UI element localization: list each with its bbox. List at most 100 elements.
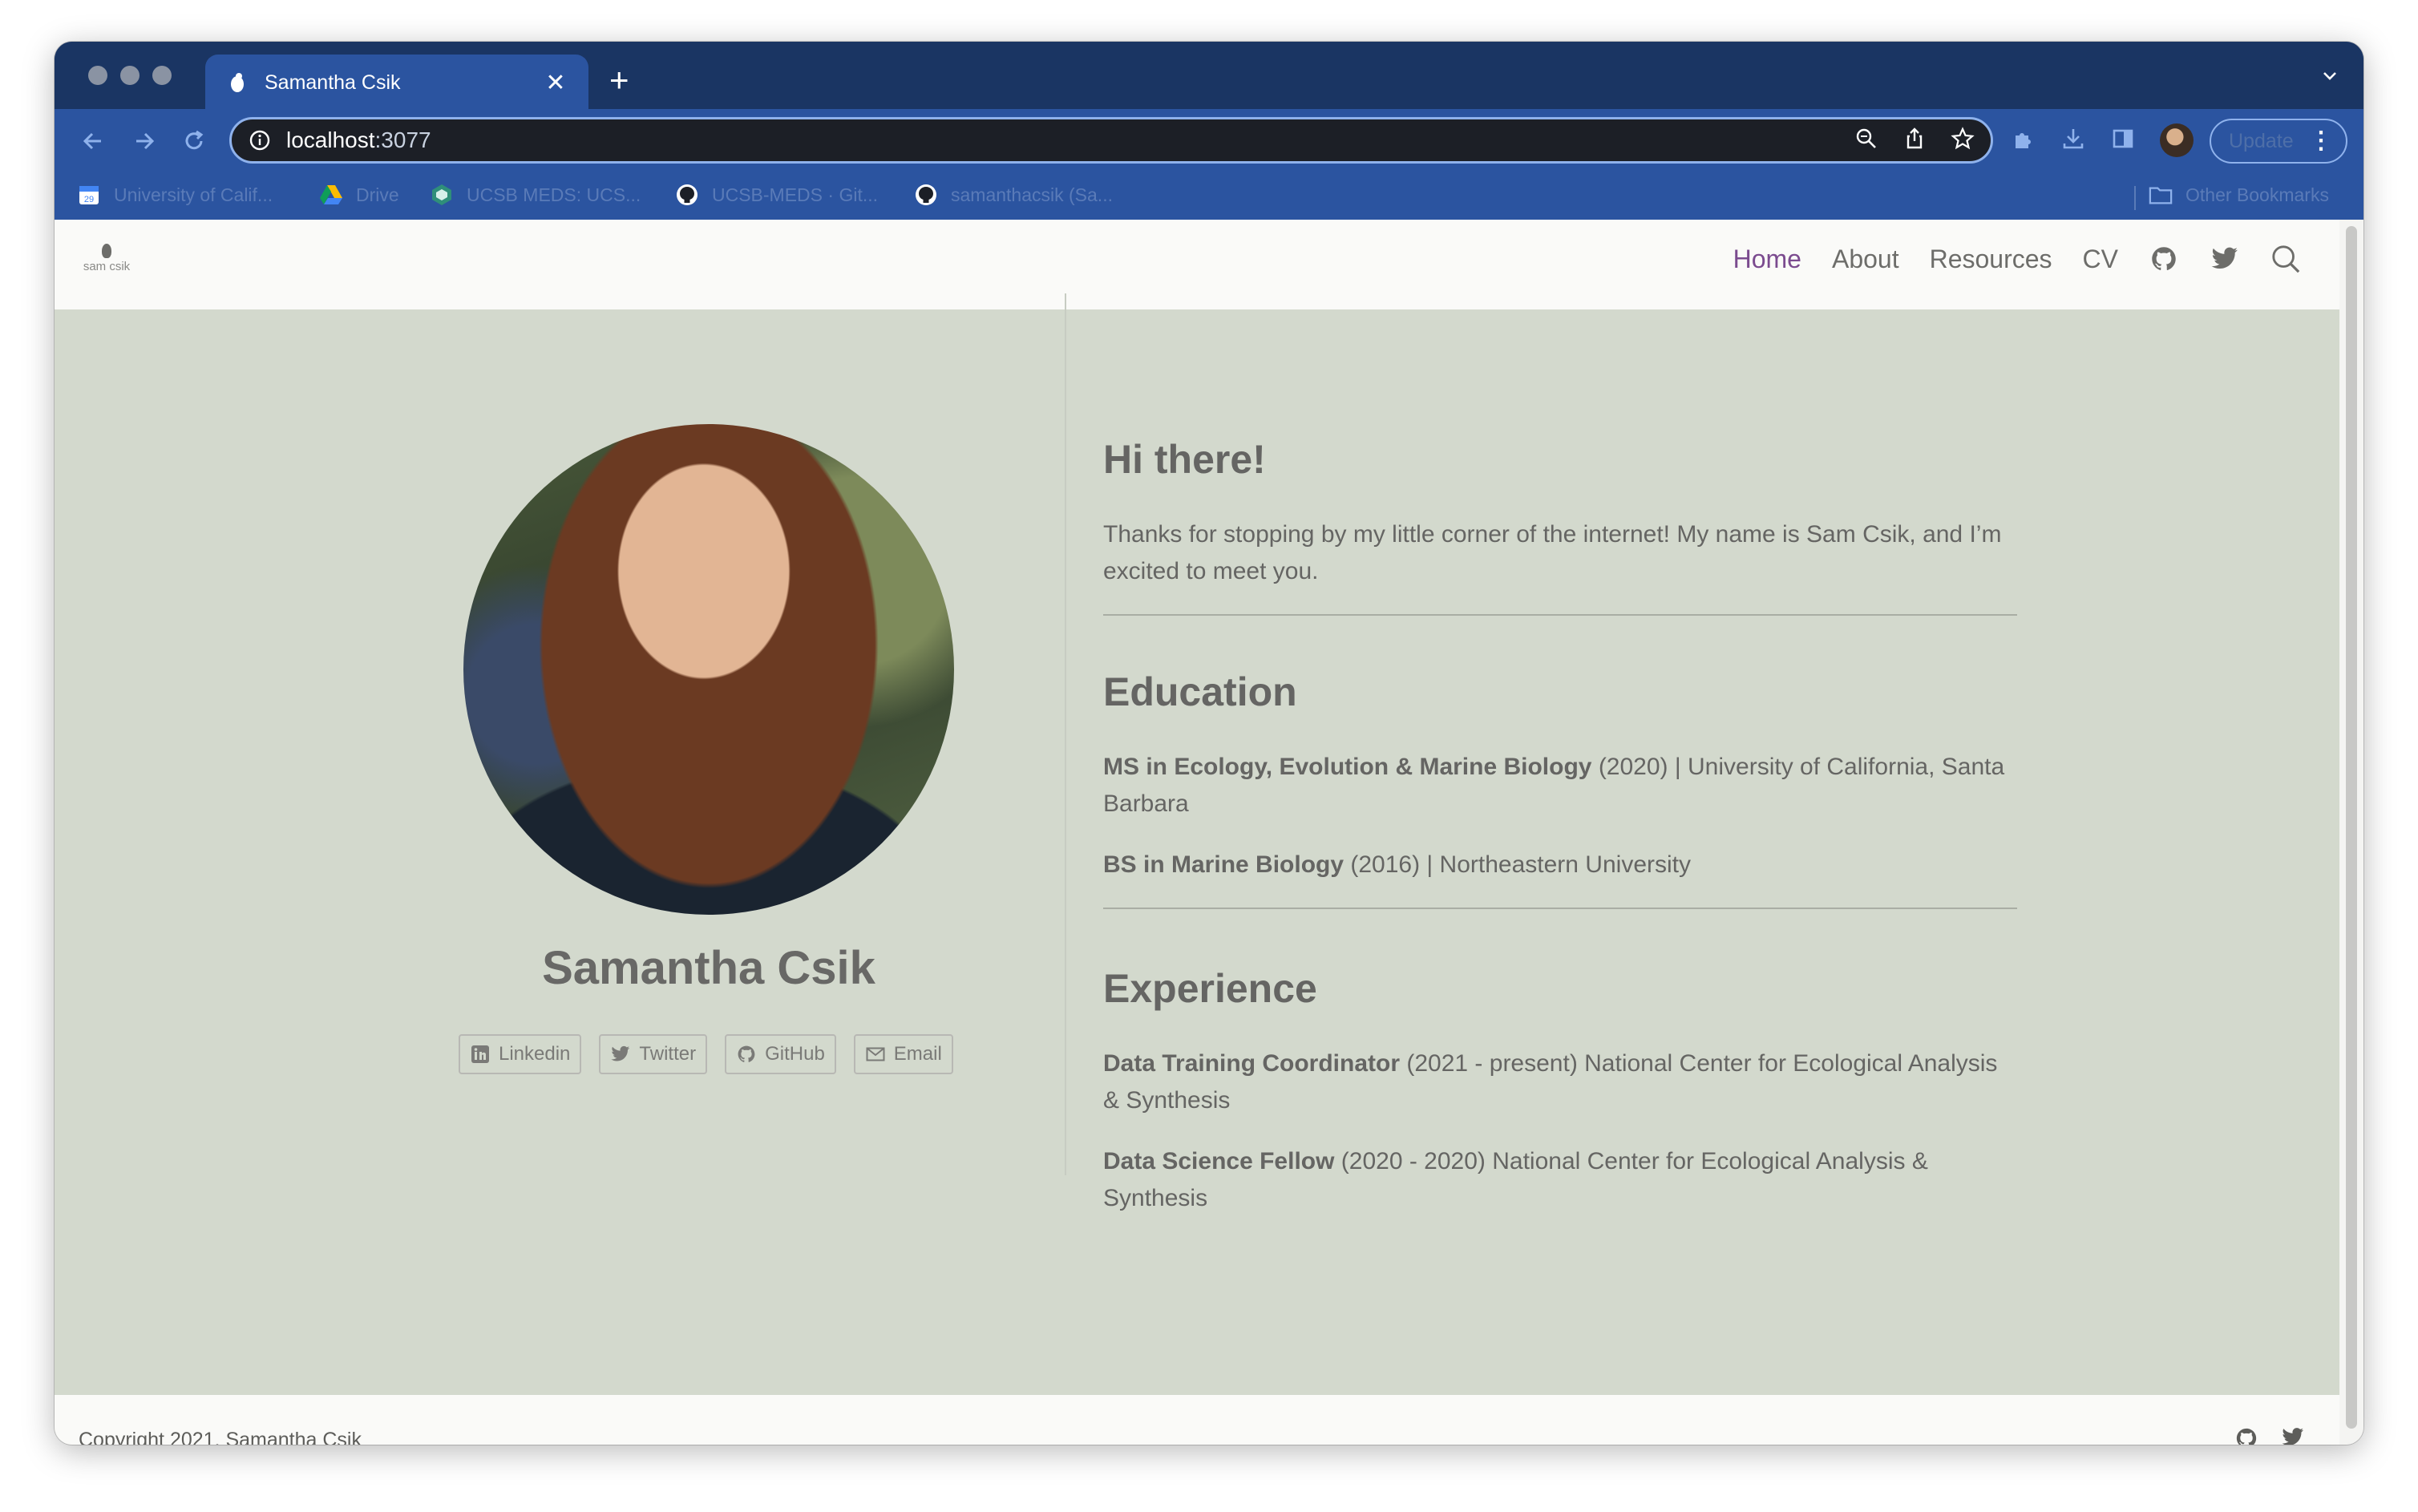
linkedin-icon — [470, 1044, 491, 1065]
maximize-window-button[interactable] — [152, 66, 172, 85]
education-item: MS in Ecology, Evolution & Marine Biolog… — [1103, 749, 2017, 823]
logo-mark — [102, 244, 111, 258]
page-content: sam csik Home About Resources CV Samanth… — [55, 220, 2339, 1445]
section-divider — [1103, 908, 2017, 909]
favicon-icon — [226, 71, 249, 94]
extension-icons — [2011, 123, 2194, 157]
bookmark-item[interactable]: UCSB MEDS: UCS... — [430, 183, 641, 207]
browser-menu-icon[interactable]: ⋮ — [2309, 129, 2333, 153]
update-button[interactable]: Update ⋮ — [2210, 119, 2347, 164]
logo-text: sam csik — [83, 260, 131, 273]
experience-heading: Experience — [1103, 966, 1317, 1011]
experience-item: Data Training Coordinator (2021 - presen… — [1103, 1045, 2017, 1119]
meds-icon — [430, 183, 454, 207]
bookmark-item[interactable]: samanthacsik (Sa... — [914, 183, 1113, 207]
tab-strip: Samantha Csik ✕ + — [55, 42, 2363, 111]
twitter-button[interactable]: Twitter — [599, 1034, 708, 1074]
bookmarks-divider — [2134, 186, 2136, 210]
bookmark-label: samanthacsik (Sa... — [951, 184, 1113, 205]
bookmark-item[interactable]: UCSB-MEDS · Git... — [675, 183, 878, 207]
intro-section: Hi there! Thanks for stopping by my litt… — [1103, 436, 2017, 616]
linkedin-label: Linkedin — [499, 1043, 571, 1065]
profile-avatar-icon[interactable] — [2160, 123, 2194, 157]
browser-chrome: Samantha Csik ✕ + localhost:3077 Update … — [55, 42, 2363, 220]
section-divider — [1103, 614, 2017, 616]
bookmark-label: UCSB MEDS: UCS... — [467, 184, 641, 205]
copyright-text: Copyright 2021, Samantha Csik — [79, 1429, 362, 1445]
education-item: BS in Marine Biology (2016) | Northeaste… — [1103, 847, 2017, 883]
calendar-icon: 29 — [77, 183, 101, 207]
github-icon — [914, 183, 938, 207]
social-links: Linkedin Twitter GitHub Email — [459, 1034, 953, 1074]
experience-section: Experience Data Training Coordinator (20… — [1103, 965, 2017, 1217]
email-button[interactable]: Email — [853, 1034, 953, 1074]
minimize-window-button[interactable] — [120, 66, 140, 85]
folder-icon — [2149, 183, 2173, 207]
downloads-icon[interactable] — [2060, 126, 2086, 156]
profile-photo — [463, 424, 954, 915]
twitter-icon — [610, 1044, 631, 1065]
scrollbar-thumb[interactable] — [2346, 226, 2357, 1429]
url-text: localhost:3077 — [286, 127, 1854, 153]
site-logo[interactable]: sam csik — [79, 244, 135, 285]
omnibox-actions — [1854, 126, 1975, 155]
back-icon[interactable] — [79, 127, 107, 156]
tab-active[interactable]: Samantha Csik ✕ — [205, 55, 588, 111]
zoom-icon[interactable] — [1854, 127, 1878, 155]
tab-search-chevron-icon[interactable] — [2320, 66, 2339, 89]
search-icon[interactable] — [2270, 244, 2301, 274]
nav-links: Home About Resources CV — [1733, 244, 2301, 274]
intro-heading: Hi there! — [1103, 437, 1266, 482]
side-panel-icon[interactable] — [2110, 126, 2136, 156]
other-bookmarks-label: Other Bookmarks — [2186, 184, 2329, 205]
experience-role: Data Science Fellow — [1103, 1148, 1335, 1174]
site-footer: Copyright 2021, Samantha Csik — [55, 1395, 2339, 1445]
browser-toolbar: localhost:3077 Update ⋮ — [55, 109, 2363, 173]
github-icon — [736, 1044, 757, 1065]
site-info-icon[interactable] — [248, 128, 272, 152]
close-window-button[interactable] — [88, 66, 107, 85]
nav-about[interactable]: About — [1832, 245, 1899, 274]
github-icon[interactable] — [2235, 1427, 2258, 1445]
github-button[interactable]: GitHub — [725, 1034, 836, 1074]
url-port: :3077 — [374, 127, 431, 152]
other-bookmarks[interactable]: Other Bookmarks — [2149, 183, 2329, 207]
new-tab-button[interactable]: + — [609, 63, 629, 98]
experience-item: Data Science Fellow (2020 - 2020) Nation… — [1103, 1143, 2017, 1217]
experience-role: Data Training Coordinator — [1103, 1050, 1401, 1077]
site-navbar: sam csik Home About Resources CV — [55, 220, 2339, 309]
twitter-icon[interactable] — [2210, 244, 2240, 274]
bookmark-item[interactable]: Drive — [319, 183, 399, 207]
reload-icon[interactable] — [180, 127, 208, 156]
svg-text:29: 29 — [84, 195, 94, 204]
address-bar[interactable]: localhost:3077 — [229, 117, 1993, 164]
nav-resources[interactable]: Resources — [1930, 245, 2052, 274]
github-icon — [675, 183, 699, 207]
tab-close-icon[interactable]: ✕ — [542, 69, 569, 97]
bookmarks-bar: 29 University of Calif... Drive UCSB MED… — [55, 173, 2363, 220]
tab-title: Samantha Csik — [265, 71, 401, 94]
page-scrollbar[interactable] — [2339, 220, 2363, 1445]
education-details: (2016) | Northeastern University — [1344, 851, 1691, 878]
intro-text: Thanks for stopping by my little corner … — [1103, 521, 2002, 584]
twitter-icon[interactable] — [2282, 1427, 2304, 1445]
bookmark-item[interactable]: 29 University of Calif... — [77, 183, 273, 207]
browser-window: Samantha Csik ✕ + localhost:3077 Update … — [55, 42, 2363, 1445]
education-section: Education MS in Ecology, Evolution & Mar… — [1103, 669, 2017, 909]
profile-name: Samantha Csik — [542, 942, 875, 994]
github-icon[interactable] — [2149, 244, 2179, 274]
extensions-puzzle-icon[interactable] — [2011, 126, 2036, 156]
education-degree: MS in Ecology, Evolution & Marine Biolog… — [1103, 754, 1592, 780]
forward-icon[interactable] — [130, 127, 159, 156]
education-degree: BS in Marine Biology — [1103, 851, 1344, 878]
education-heading: Education — [1103, 669, 1297, 714]
linkedin-button[interactable]: Linkedin — [459, 1034, 582, 1074]
bookmark-star-icon[interactable] — [1951, 126, 1975, 155]
nav-cv[interactable]: CV — [2083, 245, 2118, 274]
github-label: GitHub — [765, 1043, 825, 1065]
share-icon[interactable] — [1902, 127, 1927, 155]
nav-home[interactable]: Home — [1733, 245, 1801, 274]
bookmark-label: University of Calif... — [114, 184, 273, 205]
twitter-label: Twitter — [639, 1043, 697, 1065]
email-icon — [865, 1044, 886, 1065]
